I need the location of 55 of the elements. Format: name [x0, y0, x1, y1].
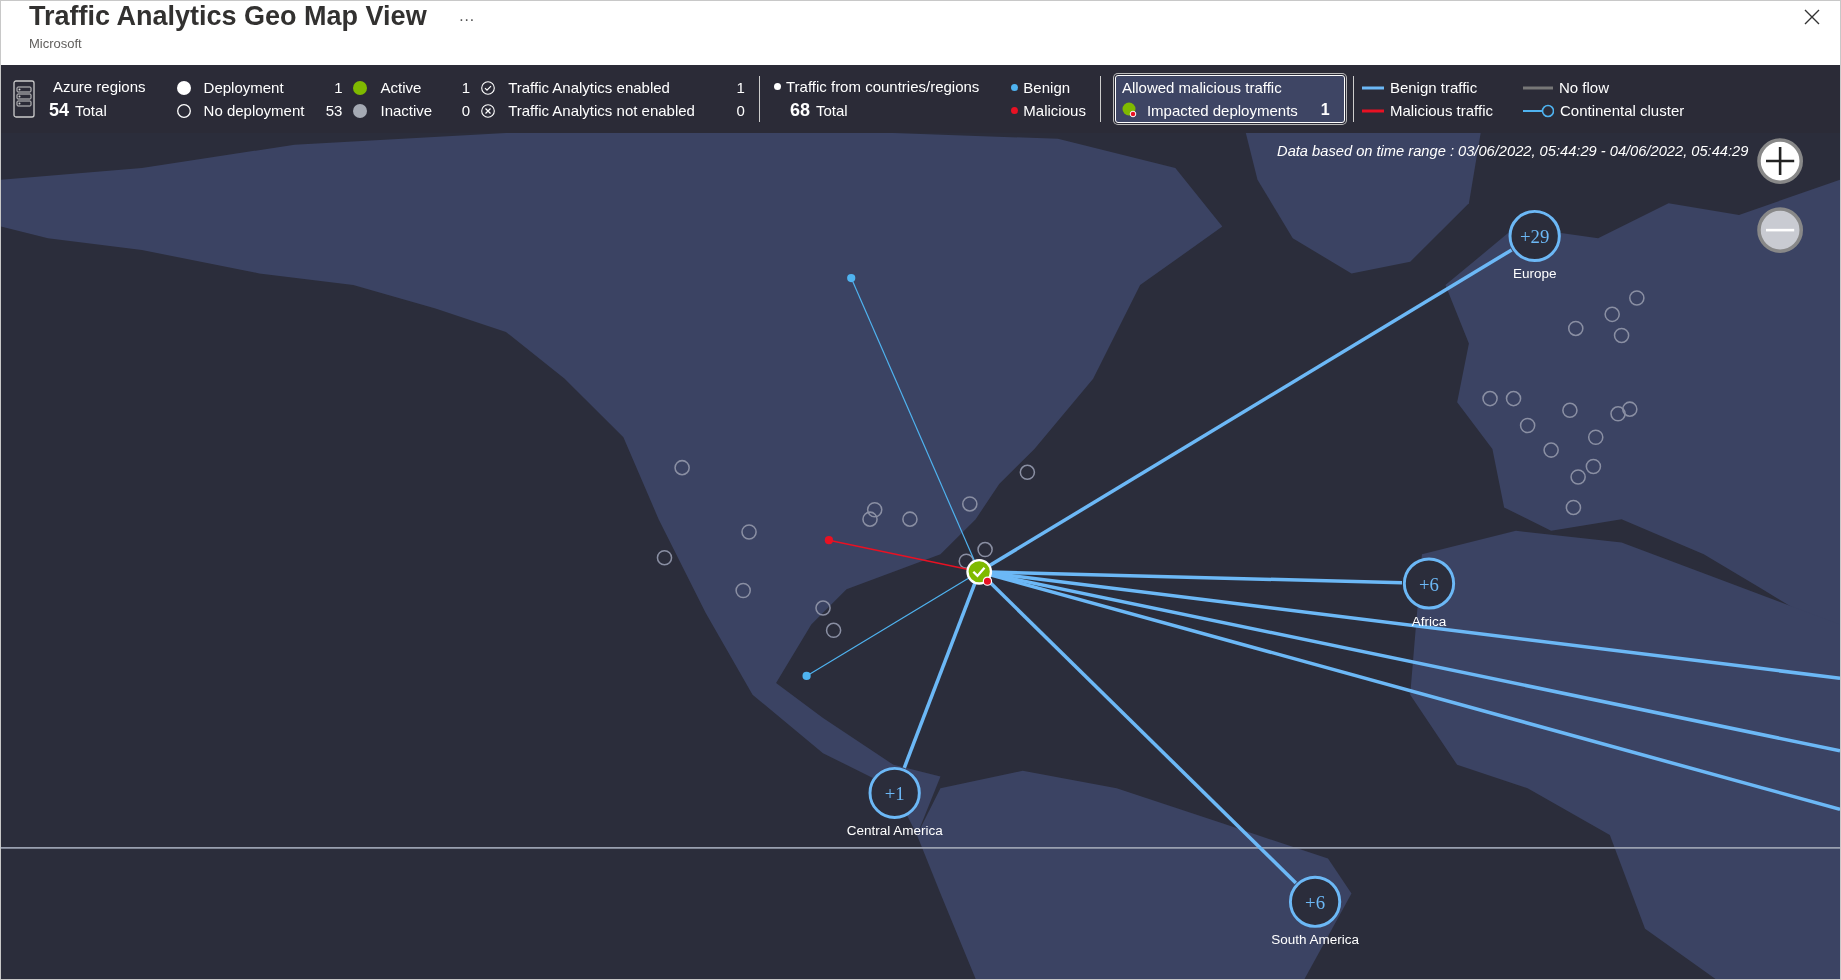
cluster-label: Europe [1512, 266, 1557, 282]
active-deployment-marker[interactable] [966, 558, 993, 586]
card-title: Allowed malicious traffic [1121, 79, 1283, 96]
azure-regions-label: Azure regions [53, 77, 146, 95]
publisher-label: Microsoft [29, 36, 83, 51]
traffic-source-dot[interactable] [847, 274, 856, 283]
total-label: Total [816, 101, 848, 119]
close-icon [1804, 9, 1820, 25]
legend-label: Inactive [380, 102, 433, 119]
cluster-label: Africa [1411, 613, 1447, 629]
filled-circle-icon [175, 79, 192, 96]
impacted-count: 1 [1320, 101, 1330, 119]
legend-label: Impacted deployments [1146, 101, 1298, 119]
total-label: Total [75, 101, 107, 119]
hollow-circle-icon [175, 102, 192, 119]
legend-label: Malicious [1023, 102, 1086, 119]
cluster-label: South America [1271, 931, 1359, 947]
page-title: Traffic Analytics Geo Map View [29, 1, 427, 31]
continental-cluster[interactable]: +1 [868, 766, 921, 819]
check-circle-icon [480, 79, 497, 96]
legend-label: No deployment [203, 102, 305, 119]
legend-label: Traffic Analytics enabled [508, 79, 670, 96]
legend-label: Benign traffic [1389, 79, 1478, 96]
legend-count: 1 [735, 79, 745, 96]
legend-label: Benign [1023, 79, 1071, 96]
traffic-source-dot[interactable] [802, 671, 811, 681]
legend-count: 53 [324, 102, 343, 119]
cluster-icon [1523, 103, 1554, 118]
bullet-icon [773, 82, 781, 90]
continental-cluster[interactable]: +6 [1402, 557, 1456, 610]
region-count: 54 [49, 99, 70, 121]
legend-label: Malicious traffic [1389, 102, 1493, 119]
traffic-label: Traffic from countries/regions [785, 77, 980, 95]
legend-count: 0 [735, 102, 745, 119]
continental-cluster[interactable]: +29 [1508, 209, 1561, 262]
server-icon [13, 80, 35, 118]
legend-label: Deployment [203, 79, 284, 96]
continental-cluster[interactable]: +6 [1288, 875, 1342, 928]
time-range-label: Data based on time range : 03/06/2022, 05:44:29 - 04/06/2022, 05:44:29 [1277, 143, 1749, 160]
traffic-source-dot[interactable] [824, 536, 833, 545]
legend-label: No flow [1559, 79, 1609, 96]
legend-label: Continental cluster [1560, 102, 1685, 119]
zoom-in-button[interactable] [1757, 138, 1803, 184]
cross-circle-icon [480, 102, 497, 119]
legend-label: Active [380, 79, 422, 96]
legend-count: 1 [333, 79, 343, 96]
cluster-label: Central America [846, 823, 943, 839]
legend-label: Traffic Analytics not enabled [508, 102, 695, 119]
traffic-count: 68 [789, 99, 810, 121]
inactive-status-icon [352, 102, 369, 119]
impacted-deployment-icon [1121, 102, 1138, 118]
legend-count: 0 [460, 102, 471, 119]
legend-count: 1 [460, 79, 471, 96]
more-options-button[interactable]: ··· [454, 11, 479, 29]
active-status-icon [352, 79, 369, 96]
